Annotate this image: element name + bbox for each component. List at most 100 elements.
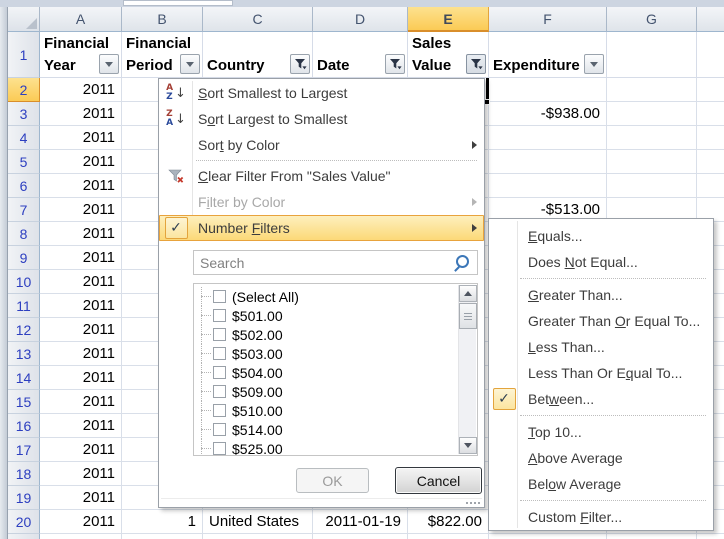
checkbox[interactable] [213,385,226,398]
menu-item-between[interactable]: ✓ Between... [489,386,713,412]
row-number[interactable]: 17 [8,438,40,462]
cell-date[interactable]: 2011-01-19 [313,510,408,534]
cell-partial[interactable] [697,78,724,102]
cell-year[interactable]: 2011 [40,486,122,510]
filter-search-input[interactable] [193,250,478,275]
checkbox[interactable] [213,423,226,436]
cell-year[interactable]: 2011 [40,438,122,462]
checkbox[interactable] [213,328,226,341]
cell-year[interactable]: 2011 [40,510,122,534]
column-header-e[interactable]: E [408,7,489,32]
checkbox[interactable] [213,442,226,455]
cell-year[interactable]: 2011 [40,126,122,150]
cell-e1-sales-value[interactable]: Sales Value [408,32,489,78]
menu-item-custom-filter[interactable]: Custom Filter... [489,504,713,530]
row-header-1[interactable]: 1 [8,32,40,78]
cell-expenditure[interactable] [489,150,607,174]
cell-year[interactable]: 2011 [40,294,122,318]
cell-year[interactable]: 2011 [40,462,122,486]
column-header-b[interactable]: B [122,7,203,32]
row-number[interactable]: 16 [8,414,40,438]
cell-empty[interactable] [607,174,697,198]
cell-partial[interactable] [697,102,724,126]
filter-button-financial-year[interactable] [99,54,119,74]
cell-year[interactable]: 2011 [40,318,122,342]
row-number[interactable]: 20 [8,510,40,534]
cell-year[interactable]: 2011 [40,270,122,294]
cell-partial[interactable] [697,174,724,198]
cell-f1-expenditure[interactable]: Expenditure [489,32,607,78]
row-number[interactable]: 3 [8,102,40,126]
cell-year[interactable]: 2011 [40,390,122,414]
menu-item-does-not-equal[interactable]: Does Not Equal... [489,249,713,275]
scroll-up-button[interactable] [459,285,477,302]
column-header-c[interactable]: C [203,7,313,32]
row-number[interactable]: 18 [8,462,40,486]
cell-expenditure[interactable] [489,174,607,198]
row-number[interactable]: 6 [8,174,40,198]
column-header-f[interactable]: F [489,7,607,32]
cell-year[interactable]: 2011 [40,222,122,246]
cell-year[interactable]: 2011 [40,366,122,390]
row-number[interactable]: 19 [8,486,40,510]
menu-item-sort-by-color[interactable]: Sort by Color [159,132,484,158]
column-header-d[interactable]: D [313,7,408,32]
cell-period[interactable] [122,534,203,539]
cell-partial[interactable] [697,150,724,174]
checkbox[interactable] [213,309,226,322]
list-scrollbar[interactable] [458,285,476,454]
cell-empty[interactable] [607,102,697,126]
menu-item-greater-than-or-equal-to[interactable]: Greater Than Or Equal To... [489,308,713,334]
menu-item-greater-than[interactable]: Greater Than... [489,282,713,308]
checkbox[interactable] [213,290,226,303]
menu-item-below-average[interactable]: Below Average [489,471,713,497]
cell-year[interactable]: 2011 [40,414,122,438]
row-number[interactable]: 14 [8,366,40,390]
cell-year[interactable]: 2011 [40,150,122,174]
menu-item-top-10[interactable]: Top 10... [489,419,713,445]
row-number[interactable] [8,534,40,539]
cell-expenditure[interactable]: -$938.00 [489,102,607,126]
row-number[interactable]: 2 [8,78,40,102]
filter-value-509-00[interactable]: $509.00 [196,382,456,401]
filter-value-514-00[interactable]: $514.00 [196,420,456,439]
cell-g1-empty[interactable] [607,32,697,78]
row-number[interactable]: 5 [8,150,40,174]
cell-expenditure[interactable] [489,78,607,102]
menu-item-clear-filter-from-sales-value[interactable]: Clear Filter From "Sales Value" [159,163,484,189]
cell-expenditure[interactable] [489,126,607,150]
resize-grip[interactable] [466,502,480,504]
filter-button-financial-period[interactable] [180,54,200,74]
row-number[interactable]: 12 [8,318,40,342]
cell-year[interactable]: 2011 [40,198,122,222]
column-header-a[interactable]: A [40,7,122,32]
ok-button[interactable]: OK [296,468,369,493]
cell-a1-financial-year[interactable]: Financial Year [40,32,122,78]
cell-year[interactable]: 2011 [40,174,122,198]
row-number[interactable]: 13 [8,342,40,366]
filter-value-510-00[interactable]: $510.00 [196,401,456,420]
cancel-button[interactable]: Cancel [395,467,482,494]
search-icon[interactable] [456,255,469,268]
filter-value-504-00[interactable]: $504.00 [196,363,456,382]
cell-year[interactable]: 2011 [40,102,122,126]
cell-c1-country[interactable]: Country [203,32,313,78]
filter-value-501-00[interactable]: $501.00 [196,306,456,325]
cell-partial[interactable] [697,32,724,78]
cell-empty[interactable] [607,78,697,102]
cell-year[interactable] [40,534,122,539]
cell-year[interactable]: 2011 [40,342,122,366]
select-all-corner[interactable] [8,7,40,32]
scrollbar-thumb[interactable] [459,303,477,329]
filter-value-select-all[interactable]: (Select All) [196,287,456,306]
column-header-g[interactable]: G [607,7,697,32]
filter-value-502-00[interactable]: $502.00 [196,325,456,344]
menu-item-above-average[interactable]: Above Average [489,445,713,471]
checkbox[interactable] [213,347,226,360]
checkbox[interactable] [213,366,226,379]
row-number[interactable]: 9 [8,246,40,270]
cell-year[interactable]: 2011 [40,78,122,102]
scroll-down-button[interactable] [459,437,477,454]
cell-sales-value[interactable]: $822.00 [408,510,489,534]
row-number[interactable]: 11 [8,294,40,318]
